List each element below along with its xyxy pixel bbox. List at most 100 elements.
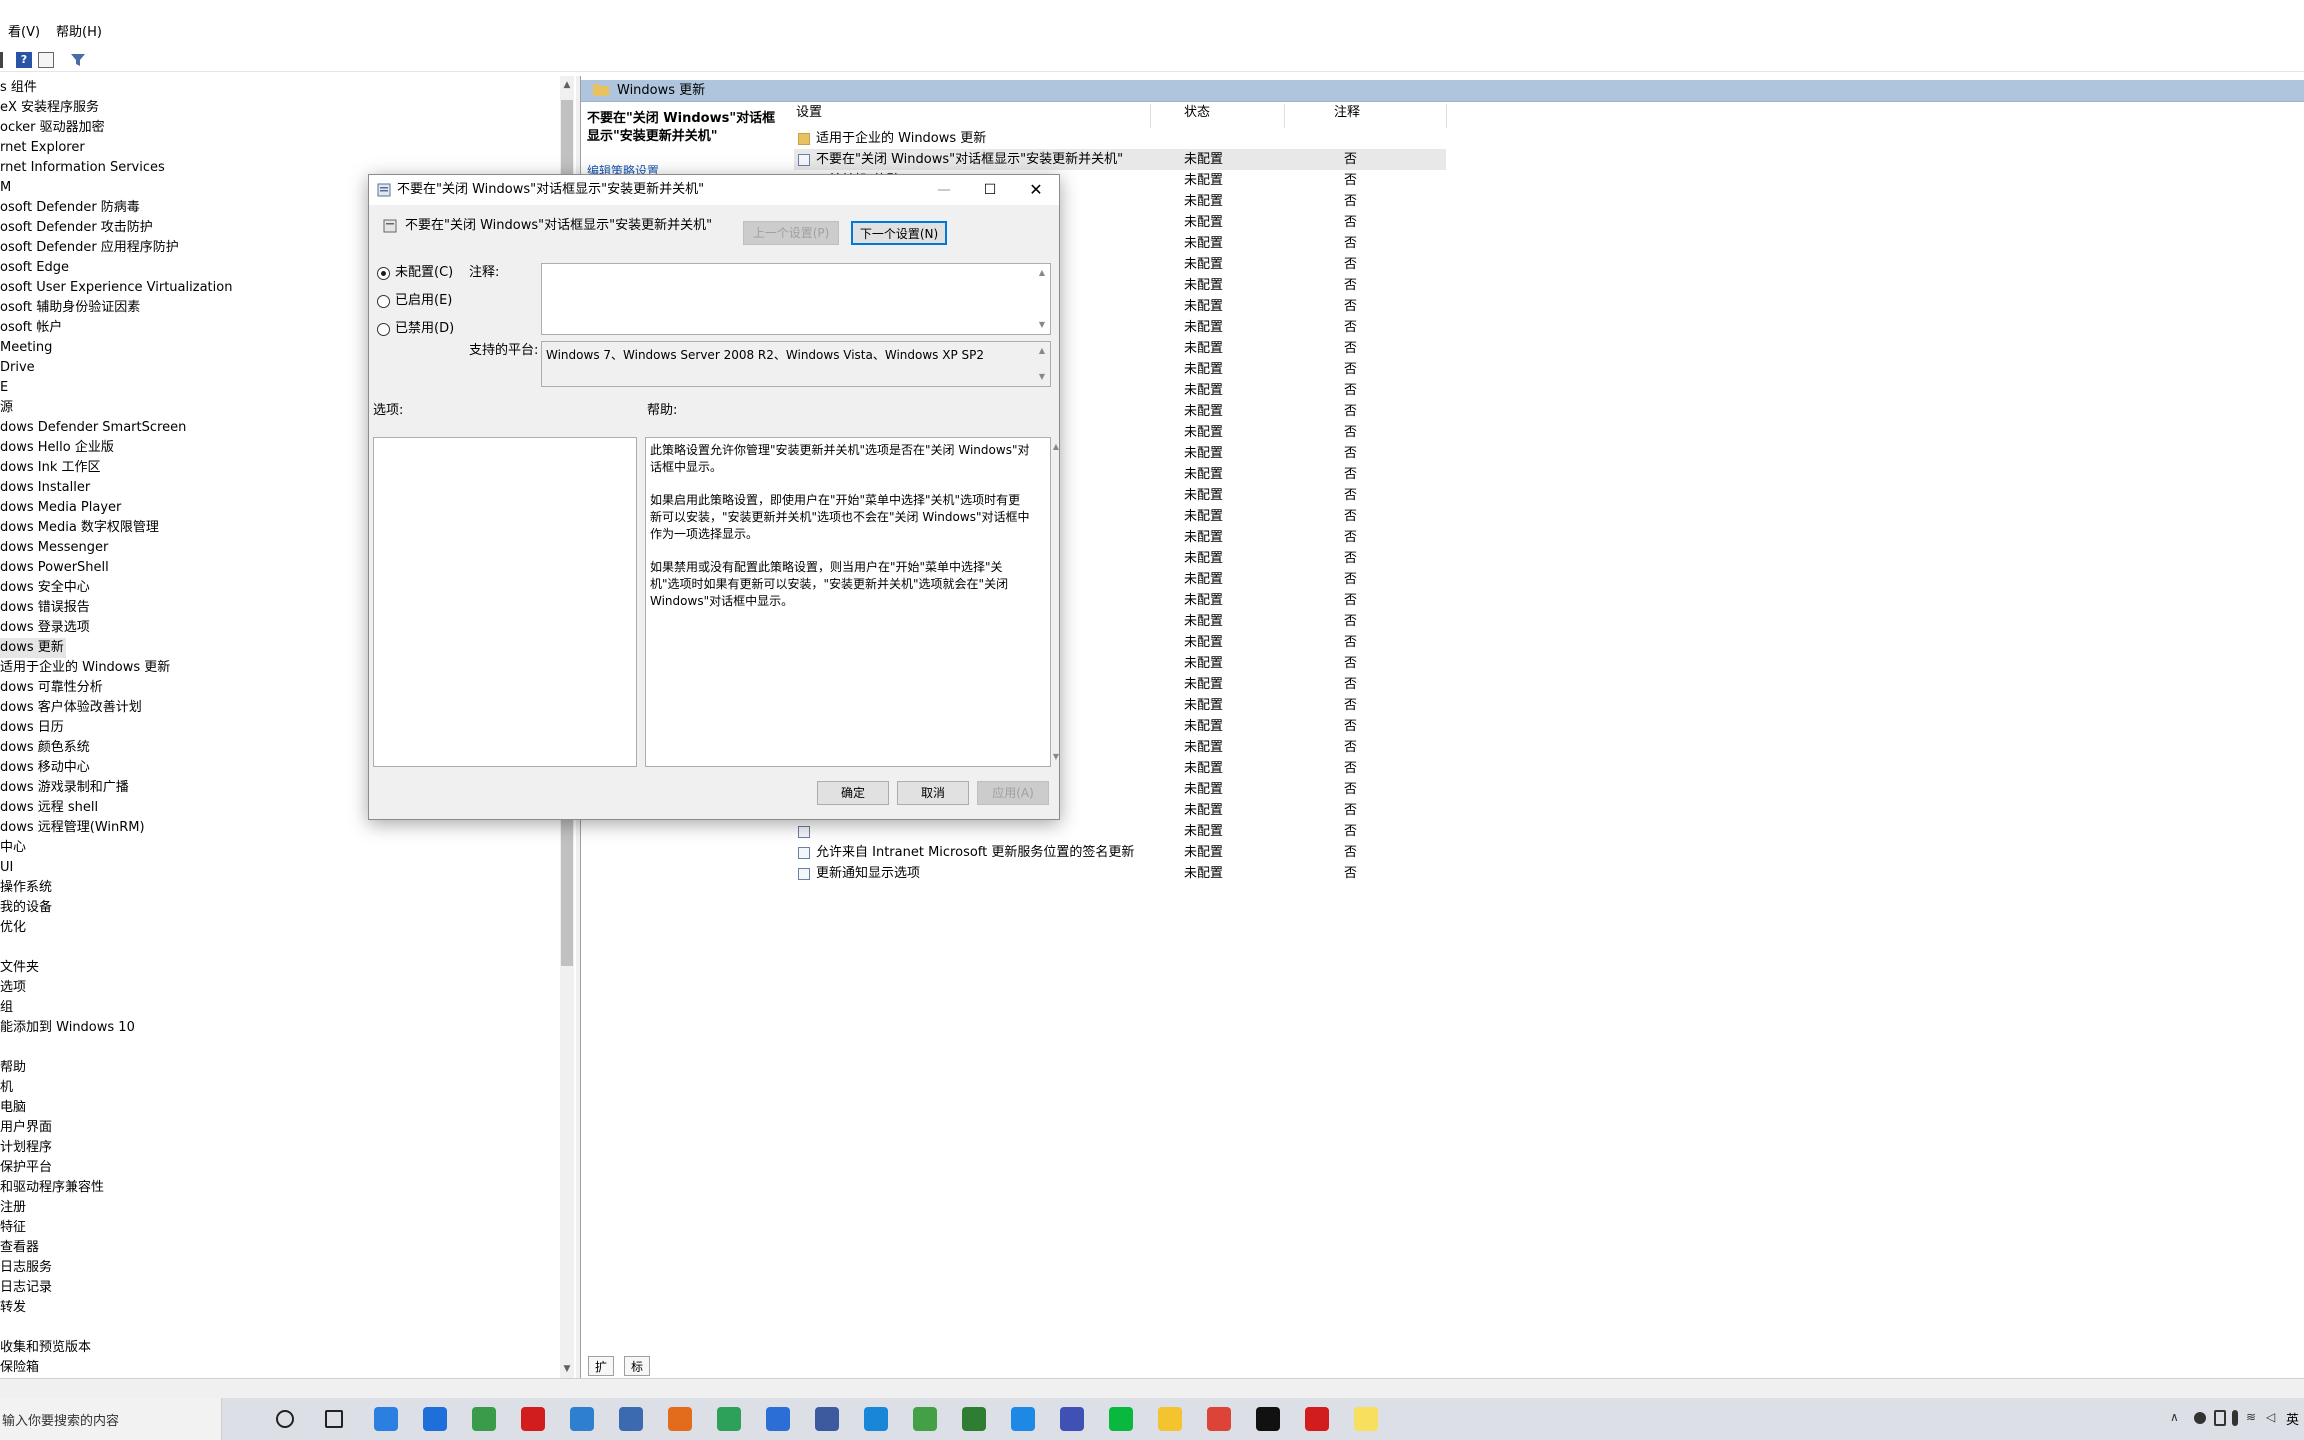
tree-item[interactable]: 和驱动程序兼容性	[0, 1178, 104, 1198]
app-leaf-icon[interactable]	[913, 1407, 937, 1431]
tree-item[interactable]: osoft Defender 应用程序防护	[0, 238, 179, 258]
tree-item[interactable]: 保护平台	[0, 1158, 52, 1178]
tree-item[interactable]: 计划程序	[0, 1138, 52, 1158]
tab-extended[interactable]: 扩展	[588, 1356, 615, 1394]
tree-item[interactable]: osoft Defender 防病毒	[0, 198, 140, 218]
tree-item[interactable]: dows 远程 shell	[0, 798, 98, 818]
close-icon[interactable]: ✕	[1013, 175, 1059, 205]
tray-mic-icon[interactable]	[2232, 1410, 2238, 1426]
kugou-icon[interactable]	[374, 1407, 398, 1431]
tree-item[interactable]: eX 安装程序服务	[0, 98, 99, 118]
tray-qq-icon[interactable]	[2194, 1412, 2206, 1424]
menu-view[interactable]: 看(V)	[0, 20, 48, 46]
tree-item[interactable]: osoft 帐户	[0, 318, 62, 338]
cancel-button[interactable]: 取消	[897, 781, 969, 805]
table-row[interactable]: 允许来自 Intranet Microsoft 更新服务位置的签名更新 未配置 否	[794, 842, 1446, 863]
next-setting-button[interactable]: 下一个设置(N)	[851, 221, 947, 245]
tree-item[interactable]: E	[0, 378, 8, 398]
tree-item[interactable]: 查看器	[0, 1238, 39, 1258]
app-circles-icon[interactable]	[1011, 1407, 1035, 1431]
tray-battery-icon[interactable]	[2214, 1410, 2226, 1426]
table-row[interactable]: 不要在"关闭 Windows"对话框显示"安装更新并关机" 未配置 否	[794, 149, 1446, 170]
explorer-icon[interactable]	[1158, 1407, 1182, 1431]
tree-item[interactable]: dows 客户体验改善计划	[0, 698, 142, 718]
tree-item[interactable]: dows 可靠性分析	[0, 678, 103, 698]
chrome-icon[interactable]	[1207, 1407, 1231, 1431]
tree-item[interactable]: 我的设备	[0, 898, 52, 918]
tree-item[interactable]: M	[0, 178, 11, 198]
tree-item[interactable]: 电脑	[0, 1098, 26, 1118]
ime-indicator[interactable]: 英	[2286, 1409, 2299, 1428]
app-blue-icon[interactable]	[864, 1407, 888, 1431]
notes-icon[interactable]	[1354, 1407, 1378, 1431]
tree-item[interactable]: dows 远程管理(WinRM)	[0, 818, 145, 838]
app-a-icon[interactable]	[423, 1407, 447, 1431]
tree-item[interactable]: Meeting	[0, 338, 52, 358]
tree-item[interactable]: 日志记录	[0, 1278, 52, 1298]
tree-item[interactable]: 选项	[0, 978, 26, 998]
tree-item[interactable]: ocker 驱动器加密	[0, 118, 105, 138]
app-rec2-icon[interactable]	[1305, 1407, 1329, 1431]
app-figure-icon[interactable]	[1256, 1407, 1280, 1431]
tree-item[interactable]: rnet Information Services	[0, 158, 165, 178]
tree-item[interactable]: 收集和预览版本	[0, 1338, 91, 1358]
tree-item[interactable]: 用户界面	[0, 1118, 52, 1138]
plane-icon[interactable]	[619, 1407, 643, 1431]
record-icon[interactable]	[521, 1407, 545, 1431]
app-earth-icon[interactable]	[717, 1407, 741, 1431]
tree-item[interactable]: 优化	[0, 918, 26, 938]
tree-item[interactable]: osoft Edge	[0, 258, 69, 278]
tab-standard[interactable]: 标准	[624, 1356, 651, 1394]
app-panda-icon[interactable]	[962, 1407, 986, 1431]
task-view-icon[interactable]	[325, 1410, 343, 1428]
table-row[interactable]: 更新通知显示选项 未配置 否	[794, 863, 1446, 884]
tree-item[interactable]: 中心	[0, 838, 26, 858]
tree-item[interactable]: UI	[0, 858, 13, 878]
tree-item[interactable]: 保险箱	[0, 1358, 39, 1378]
properties-icon[interactable]	[38, 52, 54, 68]
tree-item[interactable]: 机	[0, 1078, 13, 1098]
wechat-icon[interactable]	[1109, 1407, 1133, 1431]
filter-icon[interactable]	[70, 52, 86, 68]
tree-item[interactable]: 文件夹	[0, 958, 39, 978]
tree-item[interactable]: 源	[0, 398, 13, 418]
table-row[interactable]: 未配置 否	[794, 821, 1446, 842]
tree-item[interactable]: dows Media Player	[0, 498, 121, 518]
taskbar-search[interactable]: 输入你要搜索的内容	[0, 1398, 222, 1440]
tree-item[interactable]: dows Installer	[0, 478, 90, 498]
tree-item[interactable]: 特征	[0, 1218, 26, 1238]
help-scrollbar[interactable]: ▲ ▼	[1048, 438, 1064, 766]
tree-item[interactable]: 能添加到 Windows 10	[0, 1018, 135, 1038]
tree-item[interactable]: dows Messenger	[0, 538, 108, 558]
apply-button[interactable]: 应用(A)	[977, 781, 1049, 805]
tree-item[interactable]: dows 安全中心	[0, 578, 90, 598]
column-setting[interactable]: 设置	[796, 104, 822, 122]
tree-item[interactable]: 适用于企业的 Windows 更新	[0, 658, 170, 678]
tree-item[interactable]: dows 游戏录制和广播	[0, 778, 129, 798]
tray-chevron-icon[interactable]: ∧	[2170, 1410, 2179, 1424]
app-chart-icon[interactable]	[766, 1407, 790, 1431]
scroll-up-icon[interactable]: ▲	[560, 78, 574, 92]
tree-item[interactable]: Drive	[0, 358, 35, 378]
tree-item[interactable]: 注册	[0, 1198, 26, 1218]
help-icon[interactable]: ?	[16, 52, 32, 68]
tree-item[interactable]: 转发	[0, 1298, 26, 1318]
tree-item[interactable]: dows Defender SmartScreen	[0, 418, 186, 438]
comment-scrollbar[interactable]: ▲ ▼	[1034, 264, 1050, 334]
scroll-down-icon[interactable]: ▼	[560, 1362, 574, 1376]
app-green-icon[interactable]	[472, 1407, 496, 1431]
tree-item[interactable]: osoft 辅助身份验证因素	[0, 298, 140, 318]
tree-item[interactable]: rnet Explorer	[0, 138, 85, 158]
previous-setting-button[interactable]: 上一个设置(P)	[743, 221, 839, 245]
tree-item[interactable]: 日志服务	[0, 1258, 52, 1278]
tree-item[interactable]: s 组件	[0, 78, 37, 98]
app-orange-icon[interactable]	[668, 1407, 692, 1431]
tray-volume-icon[interactable]: ◁	[2266, 1410, 2275, 1424]
tray-wifi-icon[interactable]: ≋	[2246, 1410, 2256, 1424]
toolbar-edge-icon[interactable]	[0, 52, 3, 68]
menu-help[interactable]: 帮助(H)	[48, 20, 110, 46]
table-row[interactable]: 适用于企业的 Windows 更新	[794, 128, 1446, 149]
tree-item[interactable]: 操作系统	[0, 878, 52, 898]
tree-item[interactable]: dows PowerShell	[0, 558, 109, 578]
column-comment[interactable]: 注释	[1334, 104, 1360, 122]
